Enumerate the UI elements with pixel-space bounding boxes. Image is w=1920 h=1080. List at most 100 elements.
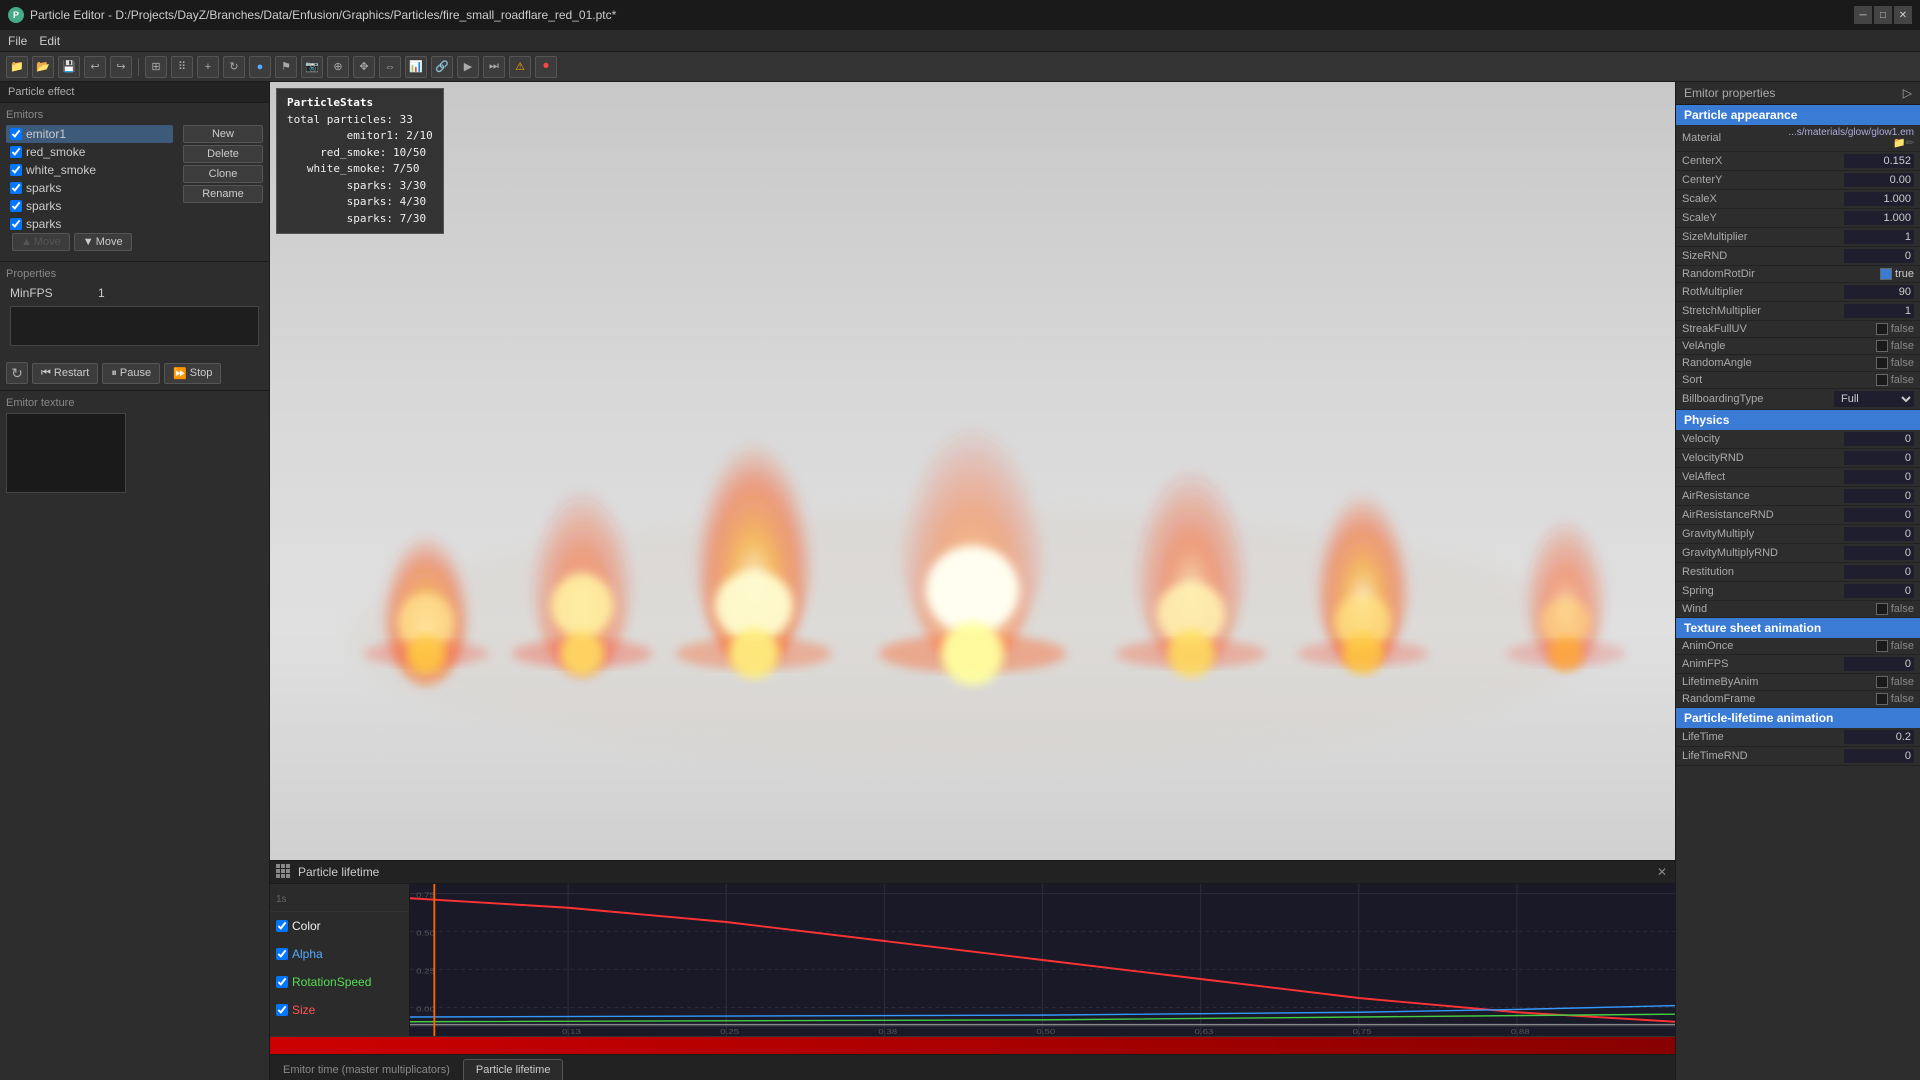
toolbar-tool2[interactable]: ⇔ [379,56,401,78]
expand-icon[interactable]: ▷ [1903,86,1912,100]
prop-sizernd-input[interactable] [1844,249,1914,263]
delete-button[interactable]: Delete [183,145,263,163]
billboarding-select[interactable]: Full Vertical Horizontal [1834,391,1914,407]
prop-stretchmult-input[interactable] [1844,304,1914,318]
emitor-row-5[interactable]: sparks [6,197,173,215]
prop-rotmult-input[interactable] [1844,285,1914,299]
toolbar-grid[interactable]: ⊞ [145,56,167,78]
emitor-row-3[interactable]: white_smoke [6,161,173,179]
track-alpha-check[interactable] [276,948,288,960]
maximize-button[interactable]: □ [1874,6,1892,24]
prop-material-value[interactable]: ...s/materials/glow/glow1.em 📁✏ [1782,125,1920,152]
toolbar-save[interactable]: 💾 [58,56,80,78]
prop-spring-input[interactable] [1844,584,1914,598]
wind-check[interactable] [1876,603,1888,615]
emitor-checkbox-5[interactable] [10,200,22,212]
toolbar-new-folder[interactable]: 📁 [6,56,28,78]
emitor-checkbox-4[interactable] [10,182,22,194]
move-up-button[interactable]: ▲ Move [12,233,70,251]
prop-gravitymultiply-input[interactable] [1844,527,1914,541]
prop-velaffect-input[interactable] [1844,470,1914,484]
prop-gravitymultiplyrnd-input[interactable] [1844,546,1914,560]
track-color-check[interactable] [276,920,288,932]
pause-label: Pause [120,367,151,379]
tab-emitor-time[interactable]: Emitor time (master multiplicators) [270,1059,463,1080]
toolbar-warning[interactable]: ⚠ [509,56,531,78]
toolbar-layers[interactable]: ⊕ [327,56,349,78]
toolbar-undo[interactable]: ↩ [84,56,106,78]
prop-animfps-input[interactable] [1844,657,1914,671]
toolbar-link[interactable]: 🔗 [431,56,453,78]
velangle-check[interactable] [1876,340,1888,352]
restart-button[interactable]: ⏮ Restart [32,363,98,384]
clone-button[interactable]: Clone [183,165,263,183]
toolbar-camera[interactable]: 📷 [301,56,323,78]
prop-sizemult-input[interactable] [1844,230,1914,244]
pause-button[interactable]: ⏸ Pause [102,363,160,384]
prop-scaley-input[interactable] [1844,211,1914,225]
window-controls[interactable]: ─ □ ✕ [1854,6,1912,24]
streakfulluv-check[interactable] [1876,323,1888,335]
section-particle-appearance[interactable]: Particle appearance [1676,105,1920,125]
sort-val: false [1891,374,1914,386]
toolbar-play[interactable]: ▶ [457,56,479,78]
emitor-row-2[interactable]: red_smoke [6,143,173,161]
rename-button[interactable]: Rename [183,185,263,203]
prop-centery-input[interactable] [1844,173,1914,187]
prop-velocity-input[interactable] [1844,432,1914,446]
emitor-row-6[interactable]: sparks [6,215,173,233]
prop-lifetimernd-input[interactable] [1844,749,1914,763]
progress-bar-container[interactable] [270,1036,1675,1054]
toolbar-dots[interactable]: ⠿ [171,56,193,78]
tab-particle-lifetime[interactable]: Particle lifetime [463,1059,564,1080]
toolbar-flag[interactable]: ⚑ [275,56,297,78]
randomframe-check[interactable] [1876,693,1888,705]
prop-airresistancernd-input[interactable] [1844,508,1914,522]
stop-button[interactable]: ⏩ Stop [164,363,221,384]
emitor-checkbox-3[interactable] [10,164,22,176]
track-size-check[interactable] [276,1004,288,1016]
prop-restitution-input[interactable] [1844,565,1914,579]
prop-name-minfps: MinFPS [10,286,90,300]
track-rotation-check[interactable] [276,976,288,988]
velangle-val: false [1891,340,1914,352]
prop-velocityrnd-input[interactable] [1844,451,1914,465]
prop-lifetime-input[interactable] [1844,730,1914,744]
toolbar-move[interactable]: ✥ [353,56,375,78]
toolbar-skip[interactable]: ⏭ [483,56,505,78]
prop-restitution: Restitution [1676,563,1920,582]
toolbar-refresh[interactable]: ↻ [223,56,245,78]
randomrotdir-check[interactable] [1880,268,1892,280]
prop-centerx-input[interactable] [1844,154,1914,168]
emitor-checkbox-2[interactable] [10,146,22,158]
toolbar-add[interactable]: + [197,56,219,78]
emitor-row-4[interactable]: sparks [6,179,173,197]
section-particle-lifetime-anim[interactable]: Particle-lifetime animation [1676,708,1920,728]
randomangle-check[interactable] [1876,357,1888,369]
lifetimebyanim-check[interactable] [1876,676,1888,688]
emitor-row-1[interactable]: emitor1 [6,125,173,143]
new-button[interactable]: New [183,125,263,143]
minimize-button[interactable]: ─ [1854,6,1872,24]
toolbar-record[interactable]: ⏺ [535,56,557,78]
close-button[interactable]: ✕ [1894,6,1912,24]
menu-file[interactable]: File [8,34,27,48]
section-texture-sheet[interactable]: Texture sheet animation [1676,618,1920,638]
menu-edit[interactable]: Edit [39,34,60,48]
animonce-check[interactable] [1876,640,1888,652]
prop-animfps-name: AnimFPS [1676,655,1816,674]
cycle-icon[interactable]: ↻ [6,362,28,384]
toolbar-chart[interactable]: 📊 [405,56,427,78]
prop-scalex-input[interactable] [1844,192,1914,206]
toolbar-circle-blue[interactable]: ● [249,56,271,78]
section-physics[interactable]: Physics [1676,410,1920,430]
toolbar-open[interactable]: 📂 [32,56,54,78]
emitor-checkbox-6[interactable] [10,218,22,230]
move-down-button[interactable]: ▼ Move [74,233,132,251]
center-area: ParticleStats total particles: 33 emitor… [270,82,1675,1080]
prop-airresistance-input[interactable] [1844,489,1914,503]
emitor-checkbox-1[interactable] [10,128,22,140]
bottom-panel-close[interactable]: ✕ [1655,865,1669,879]
sort-check[interactable] [1876,374,1888,386]
toolbar-redo[interactable]: ↪ [110,56,132,78]
